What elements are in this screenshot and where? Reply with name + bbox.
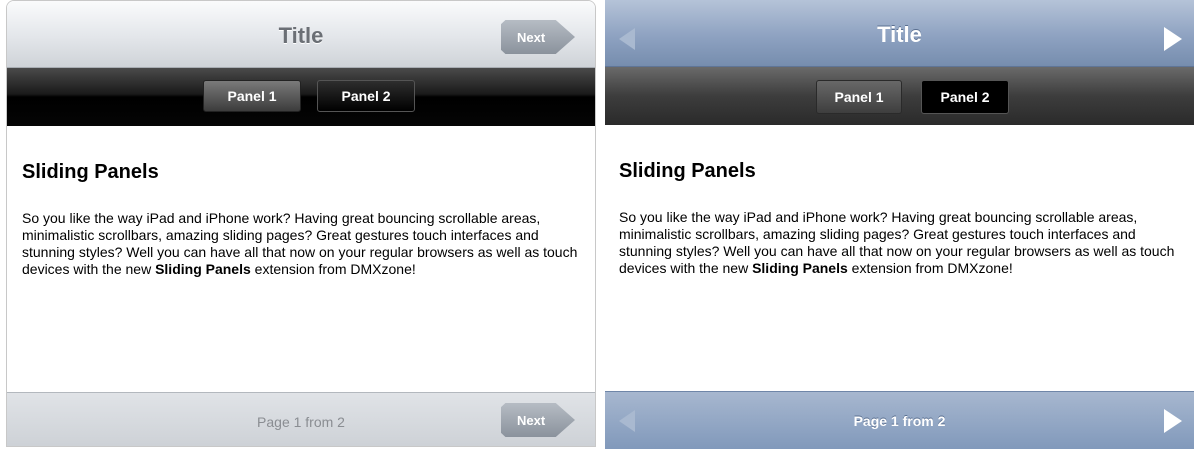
sliding-panels-blue-theme: Title Panel 1 Panel 2 Sliding Panels So … (605, 0, 1194, 449)
tab-panel-2[interactable]: Panel 2 (921, 80, 1009, 114)
tab-panel-1[interactable]: Panel 1 (816, 80, 902, 114)
tab-panel-2[interactable]: Panel 2 (317, 80, 415, 112)
paragraph-text-end: extension from DMXzone! (847, 260, 1013, 276)
tab-bar: Panel 1 Panel 2 (7, 68, 595, 126)
content-paragraph: So you like the way iPad and iPhone work… (22, 210, 582, 278)
tab-bar: Panel 1 Panel 2 (605, 67, 1194, 125)
header-bar: Title Next (7, 1, 595, 68)
footer-bar: Page 1 from 2 (605, 391, 1194, 449)
arrow-right-icon[interactable] (1164, 409, 1182, 433)
arrow-right-icon[interactable] (1164, 27, 1182, 51)
tab-panel-1[interactable]: Panel 1 (203, 80, 301, 112)
content-heading: Sliding Panels (22, 161, 159, 183)
paragraph-bold-text: Sliding Panels (155, 261, 251, 277)
footer-bar: Page 1 from 2 Next (7, 392, 595, 446)
header-bar: Title (605, 0, 1194, 67)
header-title: Title (877, 22, 922, 47)
paragraph-bold-text: Sliding Panels (752, 260, 848, 276)
panel-content: Sliding Panels So you like the way iPad … (22, 161, 582, 278)
content-paragraph: So you like the way iPad and iPhone work… (619, 209, 1189, 277)
sliding-panels-light-theme: Title Next Panel 1 Panel 2 Sliding Panel… (6, 0, 596, 447)
panel-content: Sliding Panels So you like the way iPad … (619, 160, 1189, 277)
paragraph-text-end: extension from DMXzone! (250, 261, 416, 277)
content-heading: Sliding Panels (619, 160, 756, 182)
page-indicator: Page 1 from 2 (853, 413, 946, 429)
footer-next-button[interactable]: Next (501, 403, 575, 437)
